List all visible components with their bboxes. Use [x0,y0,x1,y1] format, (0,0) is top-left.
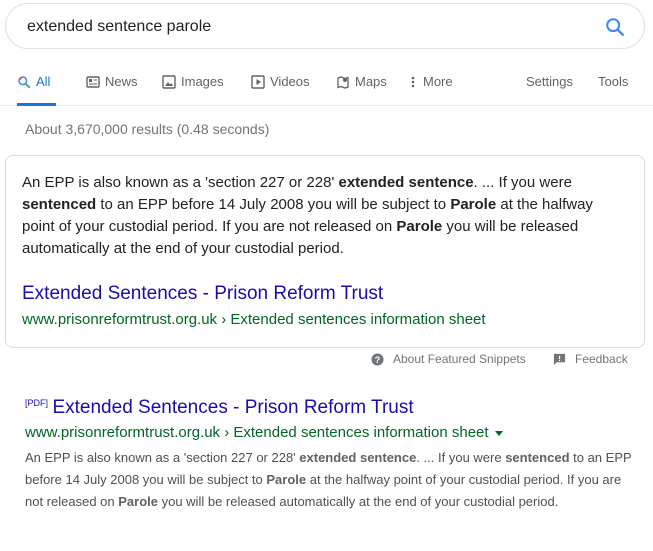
tab-tools[interactable]: Tools [598,74,628,106]
tab-label: News [105,74,138,89]
tab-news[interactable]: News [86,74,138,106]
about-featured-snippets-link[interactable]: ? About Featured Snippets [371,352,526,366]
text-fragment: An EPP is also known as a 'section 227 o… [22,174,339,191]
snippet-footer: ? About Featured Snippets Feedback [0,350,653,370]
highlighted-term: Parole [396,218,443,235]
highlighted-term: extended sentence [338,174,474,191]
search-icon[interactable] [604,16,626,38]
result-url[interactable]: www.prisonreformtrust.org.uk › Extended … [25,423,489,443]
tab-all[interactable]: All [17,74,57,106]
maps-icon [336,75,350,89]
about-label: About Featured Snippets [393,352,526,366]
feedback-label: Feedback [575,352,628,366]
tab-label: Videos [270,74,310,89]
tab-images[interactable]: Images [162,74,224,106]
tab-label: All [36,74,51,89]
search-icon [17,75,31,89]
text-fragment: . ... If you were [416,450,506,465]
search-tabs: All News Images Videos Maps More Setting… [0,70,653,106]
snippet-url[interactable]: www.prisonreformtrust.org.uk › Extended … [22,310,486,330]
featured-snippet: An EPP is also known as a 'section 227 o… [5,155,645,348]
tab-label: More [423,74,453,89]
result-title-link[interactable]: Extended Sentences - Prison Reform Trust [52,397,413,418]
highlighted-term: sentenced [22,196,97,213]
text-fragment: you will be released automatically at th… [157,494,559,509]
highlighted-term: Parole [266,472,307,487]
tab-label: Maps [355,74,387,89]
feedback-icon [553,353,566,366]
highlighted-term: Parole [450,196,497,213]
snippet-text: An EPP is also known as a 'section 227 o… [22,172,620,260]
text-fragment: to an EPP before 14 July 2008 you will b… [96,196,451,213]
feedback-link[interactable]: Feedback [553,352,628,366]
tab-videos[interactable]: Videos [251,74,310,106]
search-input[interactable]: extended sentence parole [27,17,211,37]
result-description: An EPP is also known as a 'section 227 o… [25,447,635,513]
help-icon: ? [371,352,384,366]
result-stats: About 3,670,000 results (0.48 seconds) [25,121,270,137]
result-url-row: www.prisonreformtrust.org.uk › Extended … [25,423,635,443]
tab-label: Images [181,74,224,89]
highlighted-term: sentenced [505,450,570,465]
tab-label: Tools [598,74,629,89]
text-fragment: An EPP is also known as a 'section 227 o… [25,450,300,465]
search-result: [PDF] Extended Sentences - Prison Reform… [25,396,635,513]
videos-icon [251,75,265,89]
snippet-title-link[interactable]: Extended Sentences - Prison Reform Trust [22,282,383,306]
tab-label: Settings [526,74,573,89]
tab-settings[interactable]: Settings [526,74,573,106]
tab-maps[interactable]: Maps [336,74,387,106]
pdf-tag: [PDF] [25,398,49,408]
highlighted-term: extended sentence [299,450,417,465]
highlighted-term: Parole [118,494,158,509]
result-title-row[interactable]: [PDF] Extended Sentences - Prison Reform… [25,396,635,420]
more-vert-icon [410,75,418,89]
images-icon [162,75,176,89]
svg-text:?: ? [375,354,381,364]
search-box[interactable]: extended sentence parole [5,3,645,49]
chevron-down-icon[interactable] [494,430,503,436]
text-fragment: . ... If you were [473,174,572,191]
news-icon [86,75,100,89]
tab-more[interactable]: More [410,74,453,106]
